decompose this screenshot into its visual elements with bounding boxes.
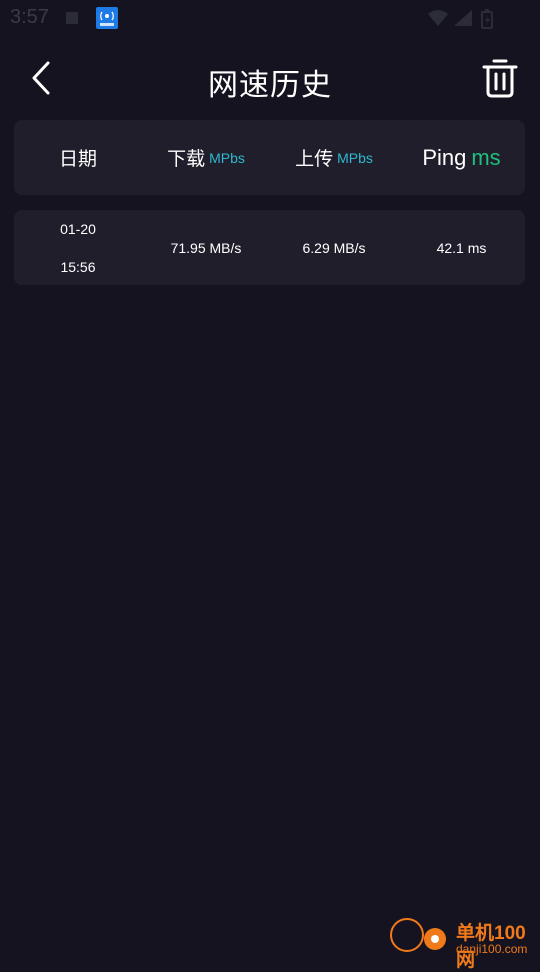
watermark-dot-icon	[424, 928, 446, 950]
row-download: 71.95 MB/s	[170, 239, 242, 256]
column-download: 下载 MPbs	[142, 120, 270, 195]
watermark-logo-icon	[390, 918, 424, 952]
row-ping-cell: 42.1 ms	[398, 210, 525, 285]
column-ping-unit: ms	[471, 144, 501, 170]
notification-icon	[66, 12, 78, 24]
row-date: 01-20	[60, 220, 96, 237]
row-download-cell: 71.95 MB/s	[142, 210, 270, 285]
row-ping: 42.1 ms	[436, 239, 487, 256]
column-upload: 上传 MPbs	[270, 120, 398, 195]
column-ping: Ping ms	[398, 120, 525, 195]
site-watermark: 单机100网 danji100.com	[390, 914, 540, 971]
column-download-label: 下载	[167, 149, 206, 170]
watermark-url: danji100.com	[456, 942, 528, 956]
status-time: 3:57	[10, 6, 49, 28]
column-date: 日期	[14, 120, 142, 195]
row-upload: 6.29 MB/s	[302, 239, 366, 256]
history-table-header: 日期 下载 MPbs 上传 MPbs Ping ms	[14, 120, 525, 195]
delete-history-button[interactable]	[480, 56, 520, 100]
column-ping-label: Ping	[422, 144, 467, 170]
app-header: 网速历史	[0, 44, 540, 114]
battery-icon	[481, 9, 493, 29]
signal-icon	[454, 10, 472, 26]
row-time: 15:56	[60, 258, 96, 275]
history-row[interactable]: 01-20 15:56 71.95 MB/s 6.29 MB/s 42.1 ms	[14, 210, 525, 285]
column-upload-label: 上传	[295, 149, 334, 170]
row-upload-cell: 6.29 MB/s	[270, 210, 398, 285]
status-bar: 3:57	[0, 0, 540, 36]
wifi-icon	[428, 10, 448, 26]
column-download-unit: MPbs	[209, 149, 245, 166]
page-title: 网速历史	[208, 69, 332, 102]
row-date-cell: 01-20 15:56	[14, 210, 142, 285]
speedtest-app-icon	[96, 7, 118, 29]
status-icons	[428, 8, 500, 30]
trash-icon	[482, 59, 518, 98]
column-upload-unit: MPbs	[337, 149, 373, 166]
column-date-label: 日期	[58, 149, 97, 170]
